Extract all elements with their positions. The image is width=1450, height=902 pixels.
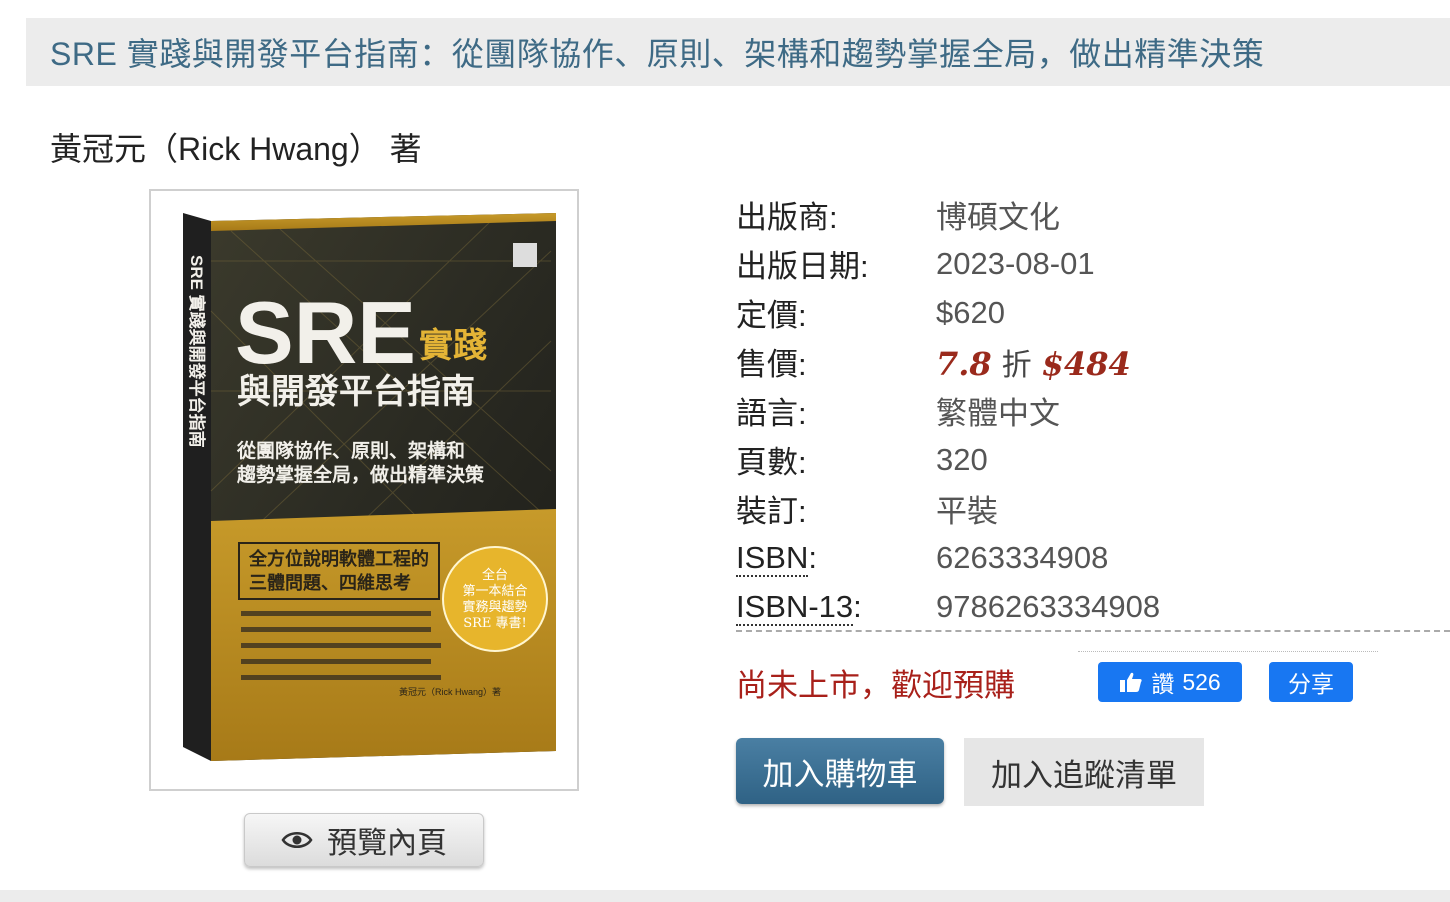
bottom-section-bar xyxy=(0,890,1450,902)
thumbs-up-icon xyxy=(1120,672,1142,692)
list-price-value: $620 xyxy=(936,294,1005,330)
info-divider xyxy=(736,630,1450,632)
title-bar: SRE 實踐與開發平台指南：從團隊協作、原則、架構和趨勢掌握全局，做出精準決策 xyxy=(26,18,1450,86)
cover-title-rest: 實踐 xyxy=(419,326,487,365)
info-row-publisher: 出版商: 博碩文化 xyxy=(736,190,1160,239)
isbn13-value: 9786263334908 xyxy=(936,588,1161,624)
add-to-cart-button[interactable]: 加入購物車 xyxy=(736,738,944,804)
share-label: 分享 xyxy=(1288,671,1334,697)
cover-badge-2: 第一本結合 xyxy=(462,584,527,599)
info-row-pages: 頁數: 320 xyxy=(736,435,1160,484)
publisher-label: 出版商: xyxy=(736,200,838,235)
author-line[interactable]: 黃冠元（Rick Hwang） 著 xyxy=(50,124,422,170)
cover-spine-text: SRE 實踐與開發平台指南 xyxy=(187,255,207,448)
discount-value: 7.8 xyxy=(936,344,992,383)
info-row-isbn: ISBN: 6263334908 xyxy=(736,533,1160,582)
cover-highlight-1: 全方位說明軟體工程的 xyxy=(248,548,429,569)
cover-title-line2: 與開發平台指南 xyxy=(237,373,475,411)
social-divider xyxy=(1078,651,1378,652)
facebook-share-button[interactable]: 分享 xyxy=(1269,662,1353,702)
eye-icon xyxy=(281,832,313,848)
like-label: 讚 xyxy=(1151,671,1175,697)
date-value: 2023-08-01 xyxy=(936,245,1095,281)
date-label: 出版日期: xyxy=(736,249,869,284)
info-row-date: 出版日期: 2023-08-01 xyxy=(736,239,1160,288)
cover-subtitle-1: 從團隊協作、原則、架構和 xyxy=(236,439,465,462)
book-cover[interactable]: SRE 實踐 與開發平台指南 從團隊協作、原則、架構和 趨勢掌握全局，做出精準決… xyxy=(149,189,579,791)
cover-author-line: 黃冠元（Rick Hwang）著 xyxy=(399,686,501,697)
facebook-like-button[interactable]: 讚 526 xyxy=(1098,662,1242,702)
book-info-table: 出版商: 博碩文化 出版日期: 2023-08-01 定價: $620 售價: … xyxy=(736,190,1160,631)
list-price-label: 定價: xyxy=(736,298,807,333)
info-row-list-price: 定價: $620 xyxy=(736,288,1160,337)
discount-unit: 折 xyxy=(1001,348,1032,382)
info-row-language: 語言: 繁體中文 xyxy=(736,386,1160,435)
pages-label: 頁數: xyxy=(736,445,807,480)
cover-subtitle-2: 趨勢掌握全局，做出精準決策 xyxy=(236,463,485,486)
book-cover-illustration: SRE 實踐 與開發平台指南 從團隊協作、原則、架構和 趨勢掌握全局，做出精準決… xyxy=(183,213,556,761)
add-to-watchlist-button[interactable]: 加入追蹤清單 xyxy=(964,738,1204,806)
info-row-binding: 裝訂: 平裝 xyxy=(736,484,1160,533)
binding-value: 平裝 xyxy=(936,494,998,529)
sale-price-label: 售價: xyxy=(736,347,807,382)
isbn-label: ISBN: xyxy=(736,539,817,577)
publisher-value[interactable]: 博碩文化 xyxy=(936,192,1060,237)
isbn-value: 6263334908 xyxy=(936,539,1109,575)
cover-badge-4: SRE 專書! xyxy=(463,616,527,631)
isbn13-label: ISBN-13: xyxy=(736,588,862,626)
like-count: 526 xyxy=(1182,668,1221,695)
book-title: SRE 實踐與開發平台指南：從團隊協作、原則、架構和趨勢掌握全局，做出精準決策 xyxy=(50,36,1265,72)
preview-button[interactable]: 預覽內頁 xyxy=(244,813,484,867)
pages-value: 320 xyxy=(936,441,988,477)
cover-badge-1: 全台 xyxy=(482,567,508,583)
language-label: 語言: xyxy=(736,396,807,431)
availability-status: 尚未上市，歡迎預購 xyxy=(736,668,1015,703)
cover-badge-3: 實務與趨勢 xyxy=(462,599,527,615)
cover-highlight-2: 三體問題、四維思考 xyxy=(249,572,411,593)
info-row-sale-price: 售價: 7.8 折 $484 xyxy=(736,337,1160,386)
sale-price: $484 xyxy=(1041,344,1131,383)
cover-big-title: SRE xyxy=(235,283,416,382)
preview-label: 預覽內頁 xyxy=(327,827,447,860)
binding-label: 裝訂: xyxy=(736,494,807,529)
sale-price-value: 7.8 折 $484 xyxy=(936,340,1131,384)
info-row-isbn13: ISBN-13: 9786263334908 xyxy=(736,582,1160,631)
language-value: 繁體中文 xyxy=(936,396,1060,431)
